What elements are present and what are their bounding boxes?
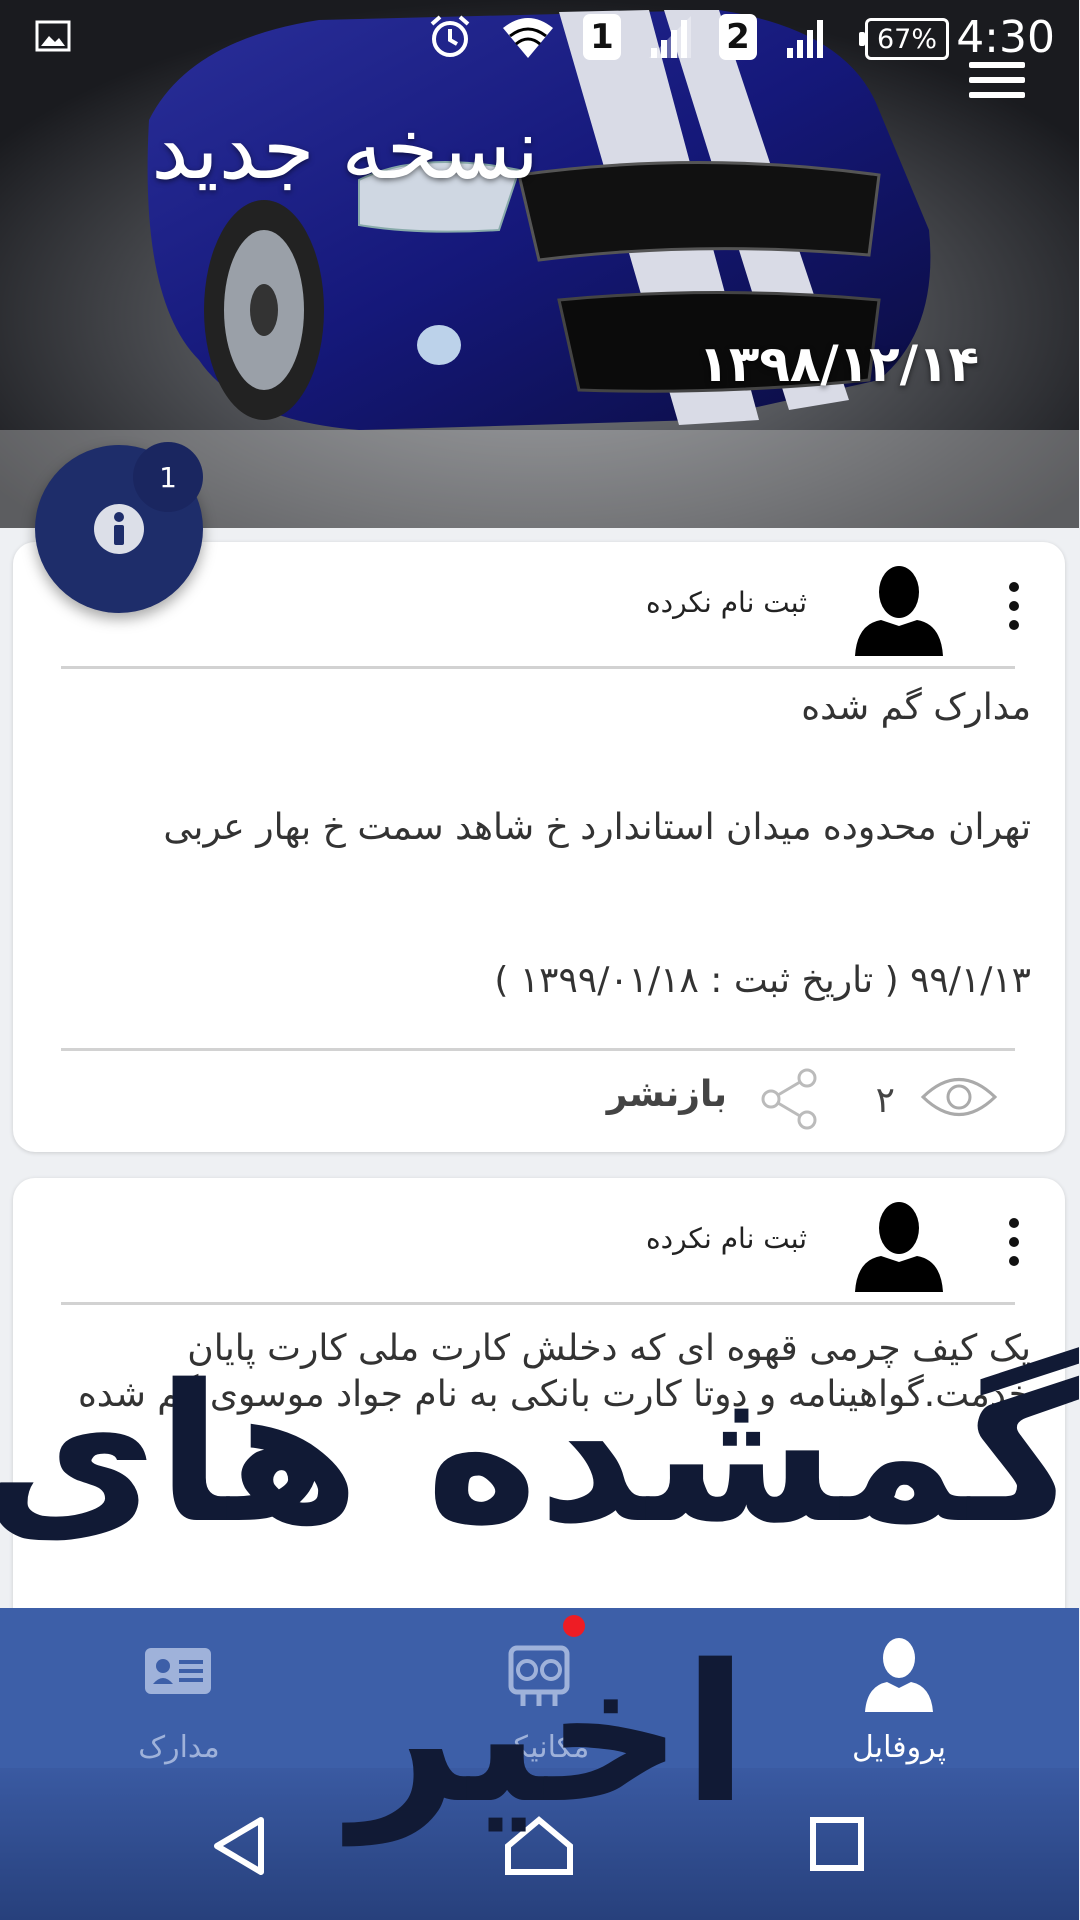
author-name: ثبت نام نکرده (646, 586, 808, 619)
signal-icon-1 (650, 16, 692, 58)
overlay-heading: گمشده های (0, 1344, 1080, 1565)
author-name: ثبت نام نکرده (646, 1222, 808, 1255)
alarm-icon (431, 15, 471, 57)
share-icon[interactable] (760, 1068, 820, 1130)
post-footer: ۲ بازنشر (14, 1060, 1066, 1140)
hero-title: نسخه جدید (152, 100, 540, 198)
divider (62, 666, 1016, 669)
more-options-icon[interactable] (1008, 582, 1020, 639)
post-title: مدارک گم شده (802, 687, 1032, 728)
recents-icon[interactable] (810, 1816, 866, 1872)
gallery-icon (36, 20, 72, 52)
hamburger-menu-icon[interactable] (970, 62, 1026, 106)
avatar-icon (856, 1202, 944, 1292)
signal-icon-2 (788, 20, 824, 58)
view-count: ۲ (876, 1080, 896, 1121)
share-button[interactable]: بازنشر (608, 1074, 728, 1115)
info-icon (95, 504, 145, 554)
profile-icon (866, 1638, 934, 1712)
post-body: تهران محدوده میدان استاندارد خ شاهد سمت … (164, 807, 1032, 848)
clock: 4:30 (957, 12, 1056, 63)
divider (62, 1048, 1016, 1051)
wifi-icon (504, 18, 554, 58)
info-badge: 1 (134, 442, 204, 512)
sim1-icon: 1 (584, 14, 622, 60)
id-card-icon (146, 1648, 212, 1694)
eye-icon (921, 1078, 999, 1116)
post-date: ۹۹/۱/۱۳ ( تاریخ ثبت : ۱۳۹۹/۰۱/۱۸ ) (495, 960, 1032, 1001)
nav-profile-label: پروفایل (853, 1730, 947, 1765)
avatar-icon (856, 566, 944, 656)
back-icon[interactable] (210, 1816, 270, 1876)
overlay-heading-2: اخیر (351, 1624, 749, 1845)
hero-date: ۱۳۹۸/۱۲/۱۴ (699, 335, 980, 393)
more-options-icon[interactable] (1008, 1218, 1020, 1275)
battery-icon: 67% (860, 18, 950, 60)
sim2-icon: 2 (720, 14, 758, 60)
nav-documents-label: مدارک (139, 1730, 221, 1765)
nav-documents[interactable]: مدارک (70, 1628, 290, 1765)
status-bar: 1 2 67% 4:30 (0, 0, 1080, 75)
post-card[interactable]: ثبت نام نکرده مدارک گم شده تهران محدوده … (14, 542, 1066, 1152)
divider (62, 1302, 1016, 1305)
nav-profile[interactable]: پروفایل (790, 1628, 1010, 1765)
